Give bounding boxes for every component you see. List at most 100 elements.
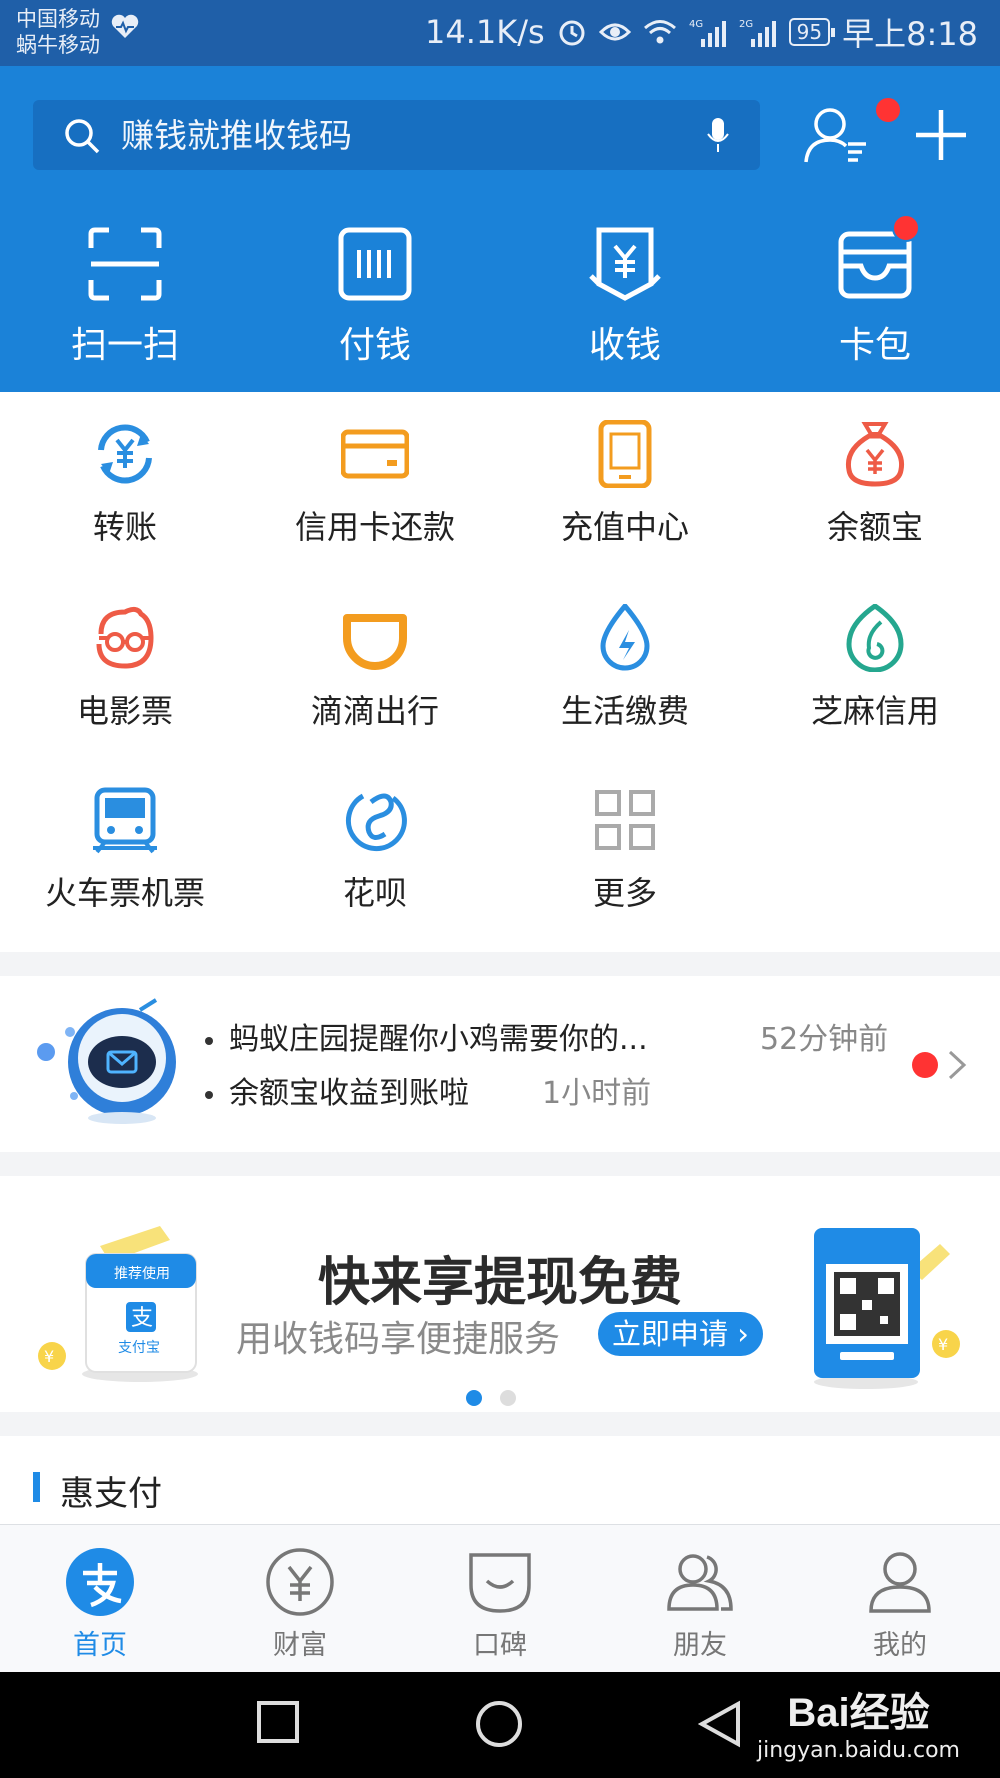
notification-item[interactable]: 余额宝收益到账啦 [205, 1068, 469, 1112]
status-bar: 中国移动 蜗牛移动 14.1K/s 4G 2G 95 早上8:18 [0, 0, 1000, 66]
notification-text: 余额宝收益到账啦 [229, 1076, 469, 1111]
app-sesame[interactable]: 芝麻信用 [750, 576, 1000, 746]
profile-icon [869, 1552, 931, 1613]
collect-money-icon [589, 227, 661, 301]
alarm-icon [559, 20, 585, 46]
quick-action-pay[interactable]: 付钱 [250, 216, 500, 386]
quick-action-label: 收钱 [588, 325, 661, 366]
svg-text:2G: 2G [739, 19, 753, 30]
tab-wealth[interactable]: 财富 [200, 1525, 400, 1672]
home-circle-icon[interactable] [475, 1700, 523, 1748]
svg-text:4G: 4G [689, 19, 703, 30]
app-label: 电影票 [76, 692, 173, 730]
plus-icon [916, 110, 966, 160]
app-train[interactable]: 火车票机票 [0, 758, 250, 928]
divider [0, 1412, 1000, 1436]
notification-time: 52分钟前 [760, 1022, 889, 1057]
apply-now-label: 立即申请 [612, 1317, 729, 1351]
search-bar[interactable] [33, 100, 760, 170]
chevron-right-icon[interactable] [946, 1048, 968, 1082]
quick-action-label: 扫一扫 [70, 325, 179, 366]
carrier-labels: 中国移动 蜗牛移动 [16, 6, 100, 58]
contacts-button[interactable] [800, 96, 902, 168]
scan-icon [88, 227, 162, 301]
signal-1-icon: 4G [689, 19, 726, 47]
utility-drop-icon [600, 604, 650, 671]
alipay-home-icon [66, 1548, 134, 1616]
tab-label: 朋友 [673, 1630, 727, 1661]
didi-icon [343, 614, 407, 670]
clock: 早上8:18 [842, 15, 978, 53]
tab-friends[interactable]: 朋友 [600, 1525, 800, 1672]
app-credit-card[interactable]: 信用卡还款 [250, 392, 500, 562]
svg-text:¥: ¥ [44, 1347, 54, 1366]
tab-label: 口碑 [473, 1630, 527, 1661]
recent-apps-icon[interactable] [256, 1700, 300, 1744]
quick-action-label: 付钱 [338, 325, 411, 366]
divider [0, 952, 1000, 976]
money-bag-icon [845, 422, 905, 487]
search-input[interactable] [121, 100, 681, 170]
quick-action-collect[interactable]: 收钱 [500, 216, 750, 386]
notification-card[interactable]: 蚂蚁庄园提醒你小鸡需要你的... 52分钟前 余额宝收益到账啦 1小时前 [0, 976, 1000, 1152]
svg-text:¥: ¥ [938, 1335, 948, 1354]
app-label: 信用卡还款 [294, 508, 455, 546]
tab-koubei[interactable]: 口碑 [400, 1525, 600, 1672]
app-label: 花呗 [342, 874, 407, 912]
app-huabei[interactable]: 花呗 [250, 758, 500, 928]
tab-profile[interactable]: 我的 [800, 1525, 1000, 1672]
quick-action-label: 卡包 [838, 325, 911, 366]
barcode-icon [338, 227, 412, 301]
app-label: 充值中心 [560, 508, 689, 546]
app-label: 更多 [592, 874, 657, 912]
banner-pager [466, 1390, 516, 1406]
add-button[interactable] [912, 106, 970, 164]
app-label: 芝麻信用 [810, 692, 939, 730]
app-transfer[interactable]: 转账 [0, 392, 250, 562]
app-label: 滴滴出行 [310, 692, 439, 730]
section-title: 惠支付 [60, 1474, 162, 1514]
unread-dot [912, 1052, 938, 1078]
carrier-1: 中国移动 [16, 7, 100, 31]
signal-2-icon: 2G [739, 19, 776, 47]
app-yuebao[interactable]: 余额宝 [750, 392, 1000, 562]
movie-ticket-icon [96, 606, 154, 669]
transfer-icon [98, 424, 152, 484]
notification-item[interactable]: 蚂蚁庄园提醒你小鸡需要你的... [205, 1014, 648, 1058]
wealth-icon [266, 1548, 334, 1616]
apply-now-button[interactable]: 立即申请 › [598, 1312, 763, 1356]
quick-action-scan[interactable]: 扫一扫 [0, 216, 250, 386]
eye-comfort-icon [598, 23, 631, 41]
bottom-tab-bar: 首页 财富 口碑 朋友 我的 [0, 1524, 1000, 1672]
banner-left-card-brand: 支付宝 [118, 1340, 160, 1356]
app-movie[interactable]: 电影票 [0, 576, 250, 746]
notification-time: 1小时前 [542, 1076, 652, 1111]
app-utility[interactable]: 生活缴费 [500, 576, 750, 746]
friends-icon [667, 1554, 733, 1611]
app-didi[interactable]: 滴滴出行 [250, 576, 500, 746]
microphone-icon[interactable] [706, 116, 730, 154]
back-triangle-icon[interactable] [698, 1700, 742, 1748]
section-header: 惠支付 [0, 1436, 1000, 1526]
promo-banner[interactable]: ¥ 推荐使用 支 支付宝 快来享提现免费 用收钱码享便捷服务 立即申请 › ¥ [0, 1176, 1000, 1412]
app-more[interactable]: 更多 [500, 758, 750, 928]
bullet [205, 1036, 213, 1045]
koubei-icon [469, 1553, 531, 1613]
baidu-jingyan-watermark: Bai经验 jingyan.baidu.com [757, 1680, 960, 1763]
pager-dot-active [466, 1390, 482, 1406]
app-grid: 转账 信用卡还款 充值中心 余额宝 电影票 滴滴出行 生活缴费 芝麻信用 火车票… [0, 392, 1000, 952]
bullet [205, 1090, 213, 1099]
quick-action-cards[interactable]: 卡包 [750, 214, 1000, 386]
tab-home[interactable]: 首页 [0, 1525, 200, 1672]
pager-dot [500, 1390, 516, 1406]
phone-recharge-icon [598, 420, 652, 488]
app-recharge[interactable]: 充值中心 [500, 392, 750, 562]
system-nav-bar: Bai经验 jingyan.baidu.com [0, 1672, 1000, 1778]
health-heart-icon [111, 14, 139, 38]
status-indicators: 14.1K/s 4G 2G 95 早上8:18 [425, 12, 978, 53]
credit-card-icon [341, 429, 409, 479]
divider [0, 1152, 1000, 1176]
qr-stand-right-icon: ¥ [814, 1228, 960, 1389]
wifi-icon [643, 20, 676, 44]
battery-level: 95 [788, 18, 836, 46]
